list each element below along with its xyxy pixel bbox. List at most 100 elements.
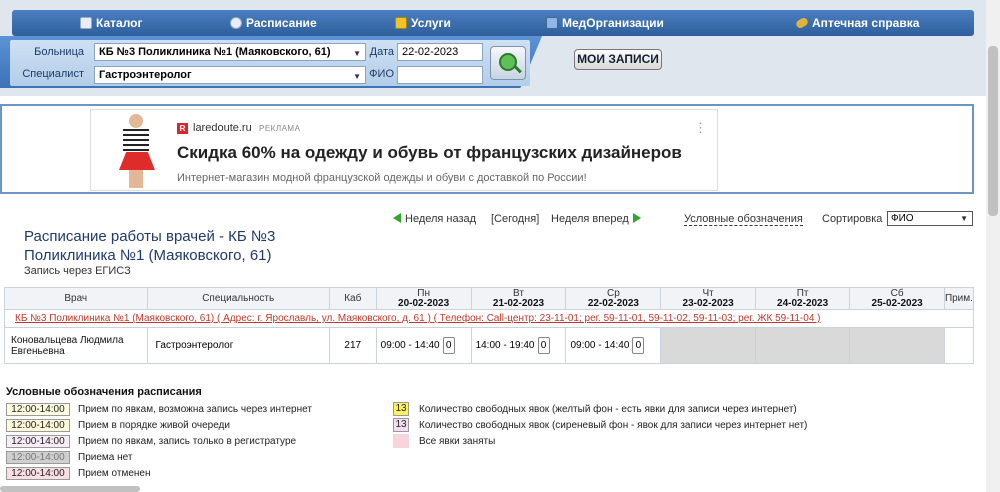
page-title: Расписание работы врачей - КБ №3 Поликли… <box>24 228 276 264</box>
org-link[interactable]: КБ №3 Поликлиника №1 (Маяковского, 61) (… <box>4 309 974 328</box>
ad-title: Скидка 60% на одежду и обувь от французс… <box>177 143 682 162</box>
ad-banner[interactable]: R laredoute.ru РЕКЛАМА Скидка 60% на оде… <box>90 109 718 191</box>
legend-text: Все явки заняты <box>419 435 496 447</box>
legend-item: 12:00-14:00 Прием отменен <box>6 466 151 480</box>
legend-text: Прием отменен <box>78 467 151 479</box>
magnifier-icon <box>499 53 517 71</box>
col-day-thu: Чт 23-02-2023 <box>660 287 756 310</box>
date-label: Дата <box>369 46 394 58</box>
arrow-left-icon <box>393 213 401 223</box>
fio-input[interactable] <box>397 66 483 84</box>
schedule-table: Врач Специальность Каб Пн 20-02-2023 Вт 21… <box>4 287 975 364</box>
legend-text: Количество свободных явок (желтый фон - … <box>419 403 797 415</box>
sort-select[interactable]: ФИО ▼ <box>887 211 973 226</box>
slot-thu <box>660 327 756 364</box>
day-date: 20-02-2023 <box>398 297 450 309</box>
legend-text: Приема нет <box>78 451 133 463</box>
slot-fri <box>754 327 851 364</box>
more-icon[interactable]: ⋮ <box>694 120 707 136</box>
legend-title: Условные обозначения расписания <box>6 386 202 398</box>
ad-tag: РЕКЛАМА <box>259 124 301 133</box>
legend-box: 12:00-14:00 <box>6 402 70 416</box>
week-back-link[interactable]: Неделя назад <box>393 213 476 225</box>
legend-box: 12:00-14:00 <box>6 434 70 448</box>
nav-schedule-label: Расписание <box>246 16 317 30</box>
legend-item: 13 Количество свободных явок (желтый фон… <box>393 402 797 416</box>
date-input-value: 22-02-2023 <box>402 46 459 58</box>
main-nav: Каталог Расписание Услуги МедОрганизации… <box>12 10 974 36</box>
col-note: Прим. <box>943 287 975 310</box>
chevron-down-icon: ▼ <box>353 49 361 58</box>
doctor-cab: 217 <box>328 327 377 364</box>
scrollbar-thumb[interactable] <box>988 46 998 216</box>
doctor-name[interactable]: Коновальцева Людмила Евгеньевна <box>4 327 148 364</box>
hospital-select-value: КБ №3 Поликлиника №1 (Маяковского, 61) <box>99 46 331 58</box>
legend-box: 12:00-14:00 <box>6 466 70 480</box>
hospital-select[interactable]: КБ №3 Поликлиника №1 (Маяковского, 61) ▼ <box>94 43 366 61</box>
ad-frame: R laredoute.ru РЕКЛАМА Скидка 60% на оде… <box>0 104 974 194</box>
col-day-fri: Пт 24-02-2023 <box>754 287 851 310</box>
legend-box: 12:00-14:00 <box>6 418 70 432</box>
slot-note <box>943 327 975 364</box>
money-icon <box>395 17 407 29</box>
nav-catalog[interactable]: Каталог <box>80 16 143 30</box>
legend-box: 12:00-14:00 <box>6 450 70 464</box>
legend-box <box>393 434 409 448</box>
slot-time: 09:00 - 14:40 <box>380 340 440 352</box>
sort-select-value: ФИО <box>891 213 914 224</box>
col-day-mon: Пн 20-02-2023 <box>375 287 472 310</box>
horizontal-scrollbar[interactable] <box>0 486 140 492</box>
day-date: 23-02-2023 <box>682 297 734 309</box>
slot-tue[interactable]: 14:00 - 19:40 0 <box>470 327 567 364</box>
page-subtitle: Запись через ЕГИСЗ <box>24 265 131 277</box>
slot-time: 14:00 - 19:40 <box>475 340 535 352</box>
col-day-sat: Сб 25-02-2023 <box>849 287 945 310</box>
legend-link[interactable]: Условные обозначения <box>684 213 803 226</box>
day-date: 22-02-2023 <box>587 297 639 309</box>
date-input[interactable]: 22-02-2023 <box>397 43 483 61</box>
nav-schedule[interactable]: Расписание <box>230 16 317 30</box>
book-icon <box>546 17 558 29</box>
nav-medorg[interactable]: МедОрганизации <box>546 16 664 30</box>
nav-pharmacy[interactable]: Аптечная справка <box>794 16 920 30</box>
legend-text: Прием по явкам, запись только в регистра… <box>78 435 297 447</box>
week-forward-link[interactable]: Неделя вперед <box>551 213 641 225</box>
arrow-right-icon <box>632 213 641 223</box>
ad-subtitle: Интернет-магазин модной французской одеж… <box>177 172 587 184</box>
legend-item: Все явки заняты <box>393 434 495 448</box>
nav-services-label: Услуги <box>411 16 451 30</box>
pill-icon <box>794 16 810 30</box>
today-link[interactable]: [Сегодня] <box>491 213 539 225</box>
slot-count[interactable]: 0 <box>537 337 550 354</box>
clock-icon <box>230 17 242 29</box>
hospital-label: Больница <box>34 46 84 58</box>
slot-time: 09:00 - 14:40 <box>570 340 630 352</box>
specialist-select[interactable]: Гастроэнтеролог ▼ <box>94 66 366 84</box>
ad-model-image <box>109 114 165 188</box>
nav-pharmacy-label: Аптечная справка <box>812 16 920 30</box>
legend-item: 12:00-14:00 Приема нет <box>6 450 132 464</box>
legend-item: 13 Количество свободных явок (сиреневый … <box>393 418 807 432</box>
slot-mon[interactable]: 09:00 - 14:40 0 <box>375 327 472 364</box>
col-cab: Каб <box>328 287 377 310</box>
ad-domain: laredoute.ru <box>193 122 252 134</box>
org-row: КБ №3 Поликлиника №1 (Маяковского, 61) (… <box>4 309 974 328</box>
legend-item: 12:00-14:00 Прием в порядке живой очеред… <box>6 418 230 432</box>
day-date: 24-02-2023 <box>777 297 829 309</box>
chevron-down-icon: ▼ <box>353 72 361 81</box>
slot-count[interactable]: 0 <box>632 337 645 354</box>
legend-item: 12:00-14:00 Прием по явкам, запись тольк… <box>6 434 296 448</box>
slot-sat <box>849 327 945 364</box>
search-go-button[interactable] <box>490 46 526 80</box>
col-day-wed: Ср 22-02-2023 <box>565 287 662 310</box>
my-records-button[interactable]: МОИ ЗАПИСИ <box>574 49 662 70</box>
day-date: 25-02-2023 <box>871 297 923 309</box>
col-doctor: Врач <box>4 287 148 310</box>
slot-wed[interactable]: 09:00 - 14:40 0 <box>565 327 662 364</box>
nav-services[interactable]: Услуги <box>395 16 451 30</box>
fio-label: ФИО <box>369 68 394 80</box>
chevron-down-icon: ▼ <box>960 214 968 223</box>
legend-text: Количество свободных явок (сиреневый фон… <box>419 419 808 431</box>
slot-count[interactable]: 0 <box>442 337 455 354</box>
legend-item: 12:00-14:00 Прием по явкам, возможна зап… <box>6 402 312 416</box>
